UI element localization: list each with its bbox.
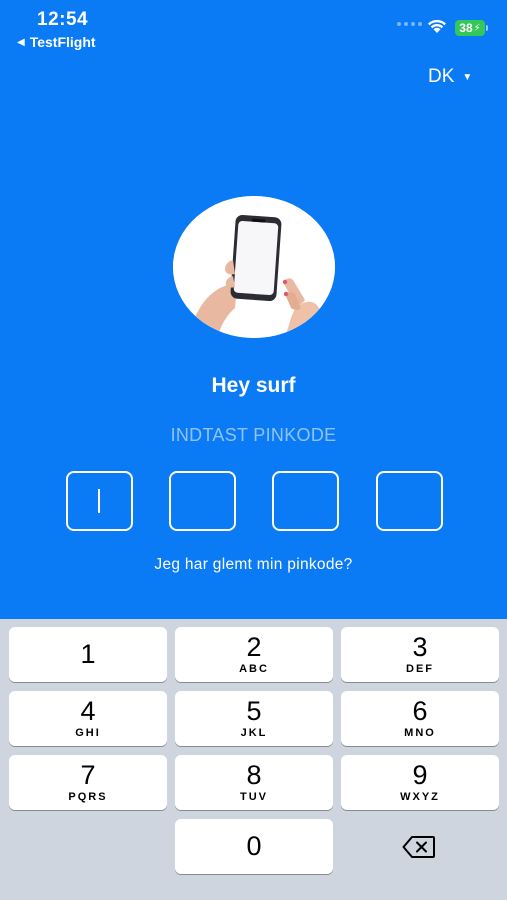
key-digit: 2	[246, 632, 262, 662]
back-app-label: TestFlight	[29, 34, 96, 50]
battery-indicator: 38 ⚡	[455, 20, 485, 36]
key-digit: 3	[412, 632, 428, 662]
key-digit: 6	[412, 696, 428, 726]
forgot-pin-link[interactable]: Jeg har glemt min pinkode?	[0, 556, 507, 574]
pin-digit-4-field[interactable]	[376, 471, 443, 531]
text-cursor	[98, 489, 100, 513]
key-letters: WXYZ	[400, 791, 440, 803]
key-letters: TUV	[240, 791, 268, 803]
key-digit: 4	[80, 696, 96, 726]
key-0[interactable]: 0	[175, 819, 333, 874]
key-4[interactable]: 4 GHI	[9, 691, 167, 746]
key-letters: MNO	[404, 727, 436, 739]
key-3[interactable]: 3 DEF	[341, 627, 499, 682]
key-5[interactable]: 5 JKL	[175, 691, 333, 746]
key-7[interactable]: 7 PQRS	[9, 755, 167, 810]
pin-login-screen: 12:54 ◀ TestFlight 38 ⚡ DK ▼ Hey surf IN…	[0, 0, 507, 900]
pin-digit-3-field[interactable]	[272, 471, 339, 531]
key-digit: 9	[412, 760, 428, 790]
profile-illustration	[173, 196, 335, 338]
pin-digit-1-field[interactable]	[66, 471, 133, 531]
key-letters: JKL	[240, 727, 268, 739]
caret-down-icon: ▼	[462, 71, 473, 83]
key-digit: 1	[80, 639, 96, 669]
key-digit: 7	[80, 760, 96, 790]
key-2[interactable]: 2 ABC	[175, 627, 333, 682]
key-8[interactable]: 8 TUV	[175, 755, 333, 810]
key-letters: ABC	[239, 663, 269, 675]
cellular-signal-icon	[397, 22, 422, 26]
wifi-icon	[428, 19, 446, 33]
battery-level: 38	[459, 21, 473, 35]
greeting-title: Hey surf	[211, 374, 296, 397]
battery-cap	[486, 25, 488, 31]
key-letters: DEF	[406, 663, 434, 675]
backspace-icon	[402, 835, 435, 858]
key-letters: PQRS	[68, 791, 108, 803]
status-time: 12:54	[37, 9, 89, 30]
key-letters: GHI	[75, 727, 101, 739]
back-arrow-icon: ◀	[17, 36, 25, 48]
key-1[interactable]: 1	[9, 627, 167, 682]
key-6[interactable]: 6 MNO	[341, 691, 499, 746]
back-to-app-link[interactable]: ◀ TestFlight	[17, 34, 96, 50]
key-digit: 5	[246, 696, 262, 726]
charging-icon: ⚡	[473, 22, 481, 34]
pin-prompt: INDTAST PINKODE	[170, 425, 337, 445]
backspace-button[interactable]	[340, 819, 498, 874]
status-bar: 12:54 ◀ TestFlight 38 ⚡	[0, 0, 507, 56]
key-9[interactable]: 9 WXYZ	[341, 755, 499, 810]
key-digit: 8	[246, 760, 262, 790]
pin-digit-2-field[interactable]	[169, 471, 236, 531]
language-selector[interactable]: DK ▼	[428, 66, 472, 88]
hand-holding-phone-icon	[173, 196, 335, 338]
key-digit: 0	[246, 831, 262, 861]
language-label: DK	[428, 66, 455, 87]
